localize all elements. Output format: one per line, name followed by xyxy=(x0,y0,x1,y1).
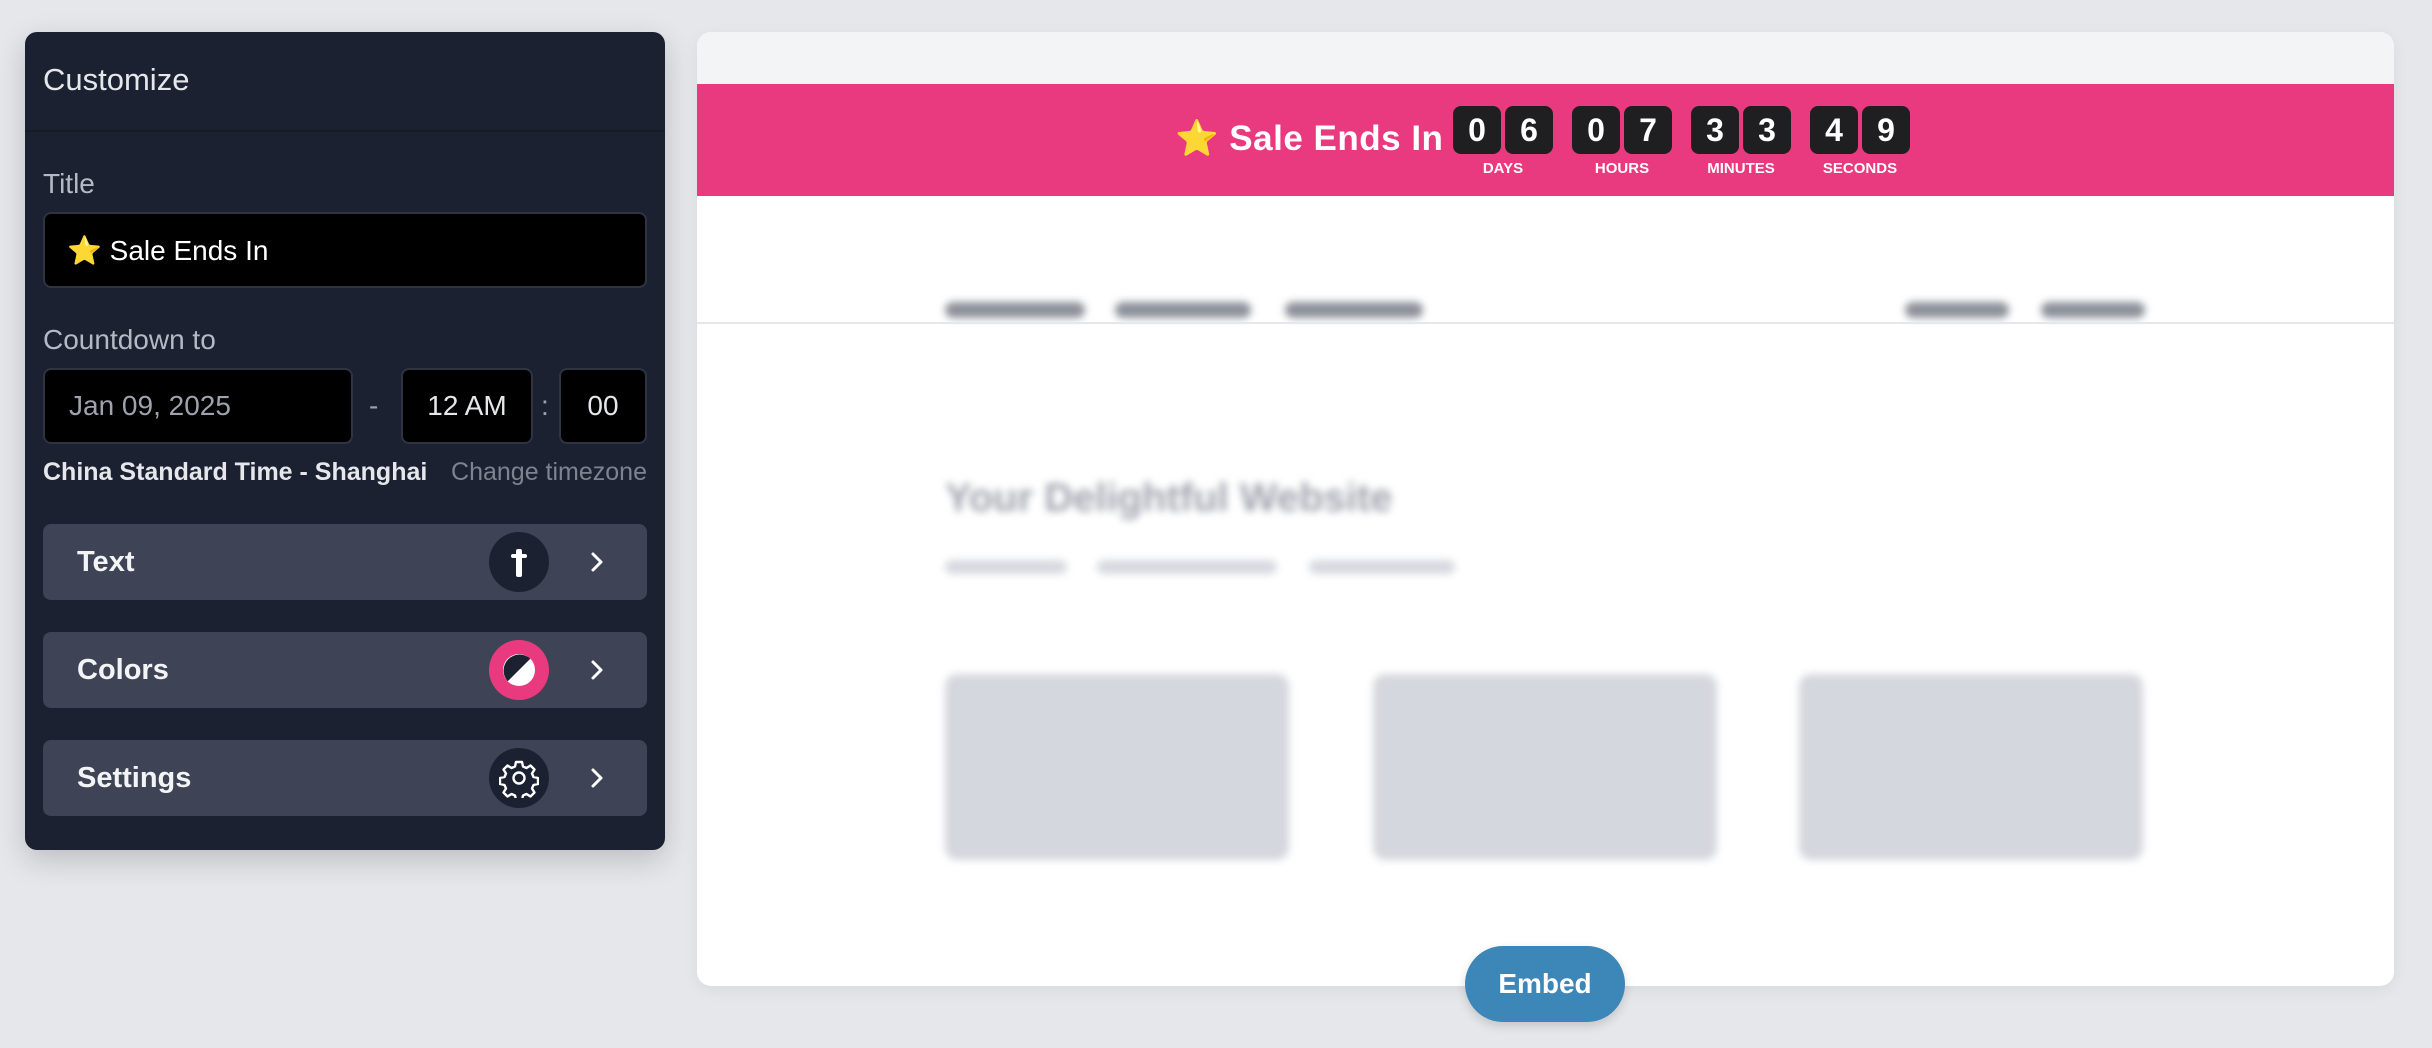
change-timezone-link[interactable]: Change timezone xyxy=(451,458,647,487)
date-field[interactable]: Jan 09, 2025 xyxy=(43,368,353,444)
preview-top-bar xyxy=(697,32,2394,84)
countdown-label: Countdown to xyxy=(43,324,216,355)
colors-row-label: Colors xyxy=(77,654,169,686)
seconds-label: SECONDS xyxy=(1822,160,1898,177)
header-divider xyxy=(697,322,2394,324)
minutes-label: MINUTES xyxy=(1707,160,1775,177)
minutes-digit: 3 xyxy=(1691,106,1739,154)
title-label: Title xyxy=(43,168,95,199)
text-settings-row[interactable]: Text xyxy=(43,524,647,600)
hours-unit: 0 7 HOURS xyxy=(1572,106,1672,177)
minutes-unit: 3 3 MINUTES xyxy=(1691,106,1791,177)
seconds-digit: 4 xyxy=(1810,106,1858,154)
chevron-right-icon xyxy=(591,768,603,788)
hours-digit: 7 xyxy=(1624,106,1672,154)
seconds-unit: 4 9 SECONDS xyxy=(1810,106,1910,177)
minutes-digit: 3 xyxy=(1743,106,1791,154)
date-separator: - xyxy=(369,390,379,421)
placeholder-subline xyxy=(1097,560,1277,574)
hour-field[interactable]: 12 AM xyxy=(401,368,533,444)
gear-icon xyxy=(489,748,549,808)
chevron-right-icon xyxy=(591,552,603,572)
customize-panel: Customize Title Countdown to Jan 09, 202… xyxy=(25,32,665,850)
time-separator: : xyxy=(541,390,549,421)
settings-row-label: Settings xyxy=(77,762,192,794)
placeholder-nav-link xyxy=(2041,302,2145,318)
placeholder-card xyxy=(945,674,1289,860)
colors-settings-row[interactable]: Colors xyxy=(43,632,647,708)
days-digit: 0 xyxy=(1453,106,1501,154)
hours-digit: 0 xyxy=(1572,106,1620,154)
hours-label: HOURS xyxy=(1594,160,1650,177)
placeholder-site-title: Your Delightful Website xyxy=(945,476,1393,520)
placeholder-subline xyxy=(945,560,1067,574)
placeholder-nav-link xyxy=(1285,302,1423,318)
website-preview: ⭐ Sale Ends In 0 6 DAYS 0 7 HOURS 3 3 MI… xyxy=(697,32,2394,986)
minute-field[interactable]: 00 xyxy=(559,368,647,444)
text-row-label: Text xyxy=(77,546,135,578)
days-digit: 6 xyxy=(1505,106,1553,154)
title-input[interactable] xyxy=(43,212,647,288)
placeholder-card xyxy=(1799,674,2143,860)
general-settings-row[interactable]: Settings xyxy=(43,740,647,816)
seconds-digit: 9 xyxy=(1862,106,1910,154)
placeholder-nav-link xyxy=(1905,302,2009,318)
chevron-right-icon xyxy=(591,660,603,680)
banner-title: ⭐ Sale Ends In xyxy=(1175,119,1444,158)
days-label: DAYS xyxy=(1482,160,1524,177)
countdown-banner: ⭐ Sale Ends In 0 6 DAYS 0 7 HOURS 3 3 MI… xyxy=(697,84,2394,196)
placeholder-subline xyxy=(1309,560,1455,574)
timezone-name: China Standard Time - Shanghai xyxy=(43,458,428,486)
placeholder-nav-link xyxy=(945,302,1085,318)
panel-title: Customize xyxy=(25,32,665,132)
text-cursor-icon xyxy=(489,532,549,592)
days-unit: 0 6 DAYS xyxy=(1453,106,1553,177)
color-contrast-icon xyxy=(489,640,549,700)
embed-button[interactable]: Embed xyxy=(1465,946,1625,1022)
placeholder-card xyxy=(1373,674,1717,860)
placeholder-nav-link xyxy=(1115,302,1251,318)
